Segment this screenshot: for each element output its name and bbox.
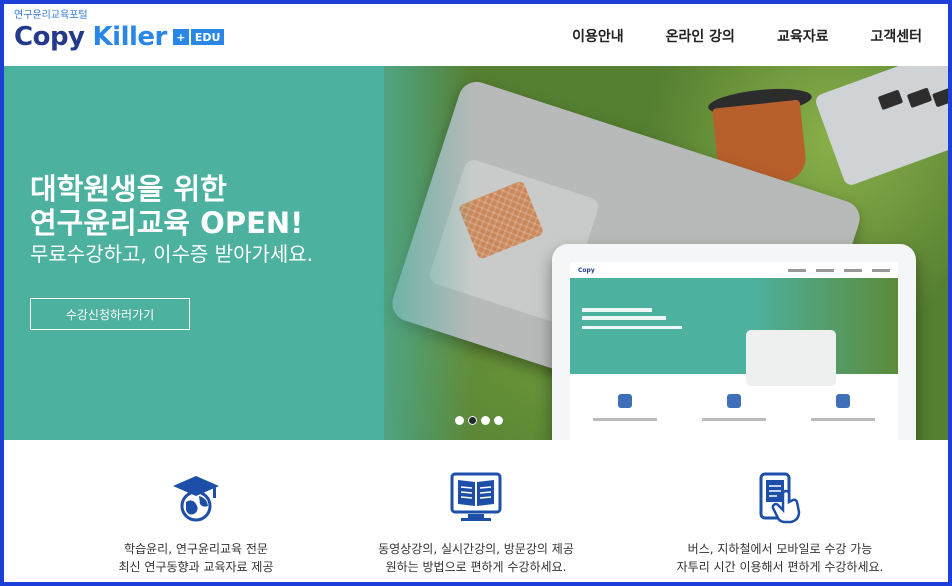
feature-research-ethics: 학습윤리, 연구윤리교육 전문 최신 연구동향과 교육자료 제공 bbox=[56, 440, 336, 576]
feature-lecture-types: 동영상강의, 실시간강의, 방문강의 제공 원하는 방법으로 편하게 수강하세요… bbox=[336, 440, 616, 576]
edu-badge: + EDU bbox=[172, 29, 225, 45]
laptop-key bbox=[906, 87, 933, 109]
tablet-screen-line bbox=[582, 308, 652, 312]
feature-text: 학습윤리, 연구윤리교육 전문 최신 연구동향과 교육자료 제공 bbox=[56, 540, 336, 576]
tablet-screen-icons bbox=[570, 374, 898, 408]
tablet-screen-nav bbox=[788, 268, 898, 272]
feature-section: 학습윤리, 연구윤리교육 전문 최신 연구동향과 교육자료 제공 동영상강의, … bbox=[4, 440, 948, 582]
edu-plus-icon: + bbox=[172, 29, 189, 45]
tablet-screen-line bbox=[582, 316, 666, 320]
page-frame: 연구윤리교육포털 Copy Killer + EDU 이용안내 온라인 강의 교… bbox=[0, 0, 952, 586]
feature-line2: 원하는 방법으로 편하게 수강하세요. bbox=[385, 560, 567, 574]
feature-line2: 자투리 시간 이용해서 편하게 수강하세요. bbox=[676, 560, 884, 574]
logo-killer-text: Killer bbox=[92, 22, 168, 52]
hero-fade-overlay bbox=[334, 66, 474, 440]
logo-copy-text: Copy bbox=[14, 22, 85, 52]
open-book-monitor-icon bbox=[450, 472, 502, 521]
tablet-screen-logo: Copy bbox=[578, 266, 595, 274]
feature-line1: 동영상강의, 실시간강의, 방문강의 제공 bbox=[378, 542, 574, 556]
hero-subtitle: 무료수강하고, 이수증 받아가세요. bbox=[30, 242, 314, 266]
nav-item-materials[interactable]: 교육자료 bbox=[777, 26, 829, 46]
site-logo[interactable]: 연구윤리교육포털 Copy Killer + EDU bbox=[14, 10, 225, 52]
tablet-screen-mini-tablet bbox=[746, 330, 836, 386]
hero-banner: Copy 대학원생을 위한 연구윤리교육 OPEN! 무료수강하고, 이수증 받… bbox=[4, 66, 948, 440]
slide-indicator bbox=[455, 416, 503, 425]
slide-dot-4[interactable] bbox=[494, 416, 503, 425]
graduation-globe-icon bbox=[173, 476, 219, 522]
site-header: 연구윤리교육포털 Copy Killer + EDU 이용안내 온라인 강의 교… bbox=[4, 4, 948, 66]
tablet-screen-hero bbox=[570, 278, 898, 386]
slide-dot-2[interactable] bbox=[468, 416, 477, 425]
nav-item-support[interactable]: 고객센터 bbox=[870, 26, 922, 46]
laptop-key bbox=[877, 89, 904, 111]
logo-subtitle: 연구윤리교육포털 bbox=[14, 10, 88, 21]
feature-text: 동영상강의, 실시간강의, 방문강의 제공 원하는 방법으로 편하게 수강하세요… bbox=[336, 540, 616, 576]
feature-line1: 학습윤리, 연구윤리교육 전문 bbox=[124, 542, 268, 556]
slide-dot-3[interactable] bbox=[481, 416, 490, 425]
mobile-touch-icon bbox=[759, 472, 801, 524]
main-nav: 이용안내 온라인 강의 교육자료 고객센터 bbox=[572, 26, 948, 46]
tablet-screen-texts bbox=[570, 408, 898, 421]
tablet-screen: Copy bbox=[570, 262, 898, 440]
tablet-screen-line bbox=[582, 326, 682, 329]
logo-wordmark: Copy Killer + EDU bbox=[14, 22, 225, 52]
feature-mobile: 버스, 지하철에서 모바일로 수강 가능 자투리 시간 이용해서 편하게 수강하… bbox=[640, 440, 920, 576]
laptop-key bbox=[932, 86, 948, 108]
hero-title-line1: 대학원생을 위한 bbox=[30, 172, 227, 206]
edu-label: EDU bbox=[190, 29, 225, 45]
feature-text: 버스, 지하철에서 모바일로 수강 가능 자투리 시간 이용해서 편하게 수강하… bbox=[640, 540, 920, 576]
feature-line2: 최신 연구동향과 교육자료 제공 bbox=[118, 560, 274, 574]
slide-dot-1[interactable] bbox=[455, 416, 464, 425]
enroll-button[interactable]: 수강신청하러가기 bbox=[30, 298, 190, 330]
tablet-screen-header: Copy bbox=[570, 262, 898, 278]
tablet-mockup-image: Copy bbox=[552, 244, 916, 440]
hero-title-line2: 연구윤리교육 OPEN! bbox=[30, 206, 304, 240]
hero-title: 대학원생을 위한 연구윤리교육 OPEN! bbox=[30, 172, 303, 240]
nav-item-online-lecture[interactable]: 온라인 강의 bbox=[666, 26, 735, 46]
feature-line1: 버스, 지하철에서 모바일로 수강 가능 bbox=[687, 542, 873, 556]
nav-item-guide[interactable]: 이용안내 bbox=[572, 26, 624, 46]
